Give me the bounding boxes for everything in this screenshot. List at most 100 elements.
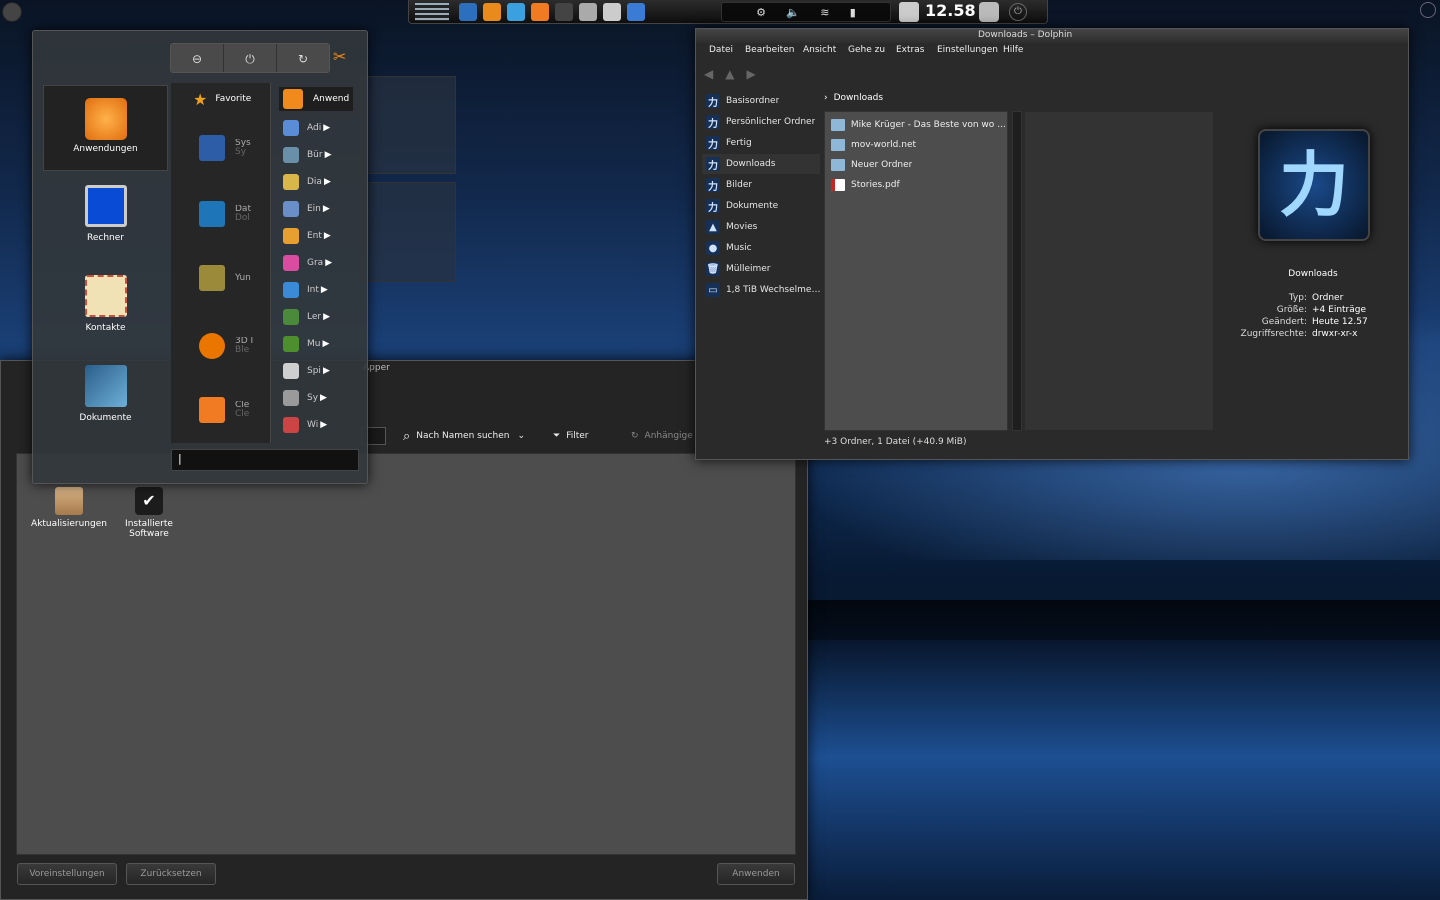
app-item[interactable]: Dia ▶ [279, 171, 349, 193]
tab-anwendungen[interactable]: Anwendungen [43, 85, 168, 171]
submenu-arrow-icon: ▶ [320, 285, 328, 295]
menu-einstellungen[interactable]: Einstellungen [928, 45, 998, 61]
file-manager-icon[interactable] [507, 3, 525, 21]
category-cleaner[interactable]: Cle Cle [199, 395, 269, 425]
menu-extras[interactable]: Extras [887, 45, 928, 61]
launcher-action-bar: ⊖ ⏻ ↻ [170, 43, 330, 73]
logout-button[interactable]: ⊖ [171, 44, 224, 72]
app-icon [283, 282, 299, 298]
restart-button[interactable]: ↻ [277, 44, 329, 72]
apps-header[interactable]: Anwend [279, 87, 353, 111]
launcher-search-input[interactable]: | [171, 449, 359, 471]
tab-dokumente[interactable]: Dokumente [63, 365, 148, 423]
place-item[interactable]: ● Music [702, 238, 820, 258]
app-item[interactable]: Mu ▶ [279, 333, 349, 355]
defaults-button[interactable]: Voreinstellungen [17, 863, 117, 885]
category-system[interactable]: Sys Sy [199, 133, 269, 163]
place-item[interactable]: 力 Fertig [702, 133, 820, 153]
app-item[interactable]: Gra ▶ [279, 252, 349, 274]
app-icon [283, 390, 299, 406]
taskbar: ⚙ 🔈 ≋ ▮ 12.58 ⏻ [408, 0, 1048, 24]
place-item[interactable]: 力 Downloads [702, 154, 820, 174]
category-3d[interactable]: 3D I Ble [199, 331, 269, 361]
category-favorites[interactable]: ★ Favorite [195, 89, 267, 109]
terminal-icon[interactable] [555, 3, 573, 21]
menu-datei[interactable]: Datei [700, 45, 736, 61]
filter-button[interactable]: ⏷ Filter [553, 427, 589, 445]
place-item[interactable]: ▲ Movies [702, 217, 820, 237]
app-item[interactable]: Spi ▶ [279, 360, 349, 382]
category-yun[interactable]: Yun [199, 263, 269, 293]
menu-bearbeiten[interactable]: Bearbeiten [736, 45, 794, 61]
second-view [1024, 111, 1214, 431]
file-item[interactable]: Mike Krüger - Das Beste von wo … [827, 116, 1005, 134]
menu-hilfe[interactable]: Hilfe [994, 45, 1024, 61]
app-item[interactable]: Ein ▶ [279, 198, 349, 220]
mixer-icon[interactable] [603, 3, 621, 21]
app-icon [283, 417, 299, 433]
apps-list: Anwend Adi ▶ Bür ▶ Dia ▶ Ein ▶ Ent ▶ Gra ▶ Int ▶ Ler ▶ M… [279, 83, 353, 443]
disk-icon[interactable] [579, 3, 597, 21]
app-icon [283, 228, 299, 244]
app-item[interactable]: Sy ▶ [279, 387, 349, 409]
submenu-arrow-icon: ▶ [323, 312, 331, 322]
back-icon[interactable]: ◀ [704, 67, 713, 81]
pending-icon: ↻ [631, 431, 639, 441]
reset-button[interactable]: Zurücksetzen [126, 863, 216, 885]
place-item[interactable]: 力 Persönlicher Ordner [702, 112, 820, 132]
corner-menu-icon[interactable] [2, 2, 22, 22]
place-item[interactable]: 力 Dokumente [702, 196, 820, 216]
apply-button[interactable]: Anwenden [717, 863, 795, 885]
file-item[interactable]: mov-world.net [827, 136, 1005, 154]
volume-icon[interactable]: 🔈 [786, 6, 800, 19]
installed-software-item[interactable]: ✔ Installierte Software [119, 487, 179, 539]
package-icon[interactable] [483, 3, 501, 21]
clock-box[interactable] [899, 2, 919, 22]
app-item[interactable]: Ent ▶ [279, 225, 349, 247]
app-item[interactable]: Ler ▶ [279, 306, 349, 328]
chevron-right-icon: › [824, 93, 828, 103]
info-row: Typ: Ordner [1288, 293, 1344, 303]
folder-icon: 力 [706, 115, 720, 130]
wifi-icon[interactable]: ≋ [820, 6, 829, 19]
info-row: Größe: +4 Einträge [1276, 305, 1367, 315]
submenu-arrow-icon: ▶ [325, 258, 333, 268]
battery-icon[interactable]: ▮ [850, 6, 856, 19]
file-item[interactable]: Stories.pdf [827, 176, 1005, 194]
power-icon[interactable]: ⏻ [1009, 3, 1027, 21]
place-item[interactable]: 力 Basisordner [702, 91, 820, 111]
forward-icon[interactable]: ▶ [746, 67, 755, 81]
place-item[interactable]: 力 Bilder [702, 175, 820, 195]
updates-item[interactable]: Aktualisierungen [31, 487, 107, 529]
search-icon: ⌕ [403, 428, 411, 444]
breadcrumb[interactable]: › Downloads [824, 93, 883, 103]
menu-ansicht[interactable]: Ansicht [794, 45, 839, 61]
clock[interactable]: 12.58 [925, 1, 976, 20]
place-item[interactable]: ▭ 1,8 TiB Wechselme… [702, 280, 820, 300]
place-item[interactable]: 🗑 Mülleimer [702, 259, 820, 279]
tab-kontakte[interactable]: Kontakte [63, 275, 148, 333]
app-item[interactable]: Wi ▶ [279, 414, 349, 436]
tools-icon[interactable]: ✂ [333, 47, 351, 67]
pager-icon[interactable] [415, 3, 449, 21]
media-icon[interactable] [531, 3, 549, 21]
app-item[interactable]: Adi ▶ [279, 117, 349, 139]
vertical-scrollbar[interactable] [1012, 111, 1022, 431]
menu-gehe-zu[interactable]: Gehe zu [839, 45, 887, 61]
trash-icon[interactable] [979, 2, 999, 22]
search-mode-select[interactable]: ⌕ Nach Namen suchen ⌄ [403, 427, 525, 445]
category-list: ★ Favorite Sys Sy Dat Dol Yun 3D I Ble Cle C… [171, 83, 271, 443]
category-data[interactable]: Dat Dol [199, 199, 269, 229]
tools-icon[interactable] [627, 3, 645, 21]
tab-rechner[interactable]: Rechner [63, 185, 148, 243]
app-item[interactable]: Bür ▶ [279, 144, 349, 166]
settings-icon[interactable]: ⚙ [756, 6, 766, 19]
shutdown-button[interactable]: ⏻ [224, 44, 277, 72]
app-item[interactable]: Int ▶ [279, 279, 349, 301]
desktop-panel-2 [360, 182, 456, 282]
corner-activity-icon[interactable] [1420, 2, 1436, 18]
browser-icon[interactable] [459, 3, 477, 21]
up-icon[interactable]: ▲ [725, 67, 734, 81]
file-item[interactable]: Neuer Ordner [827, 156, 1005, 174]
submenu-arrow-icon: ▶ [322, 366, 330, 376]
